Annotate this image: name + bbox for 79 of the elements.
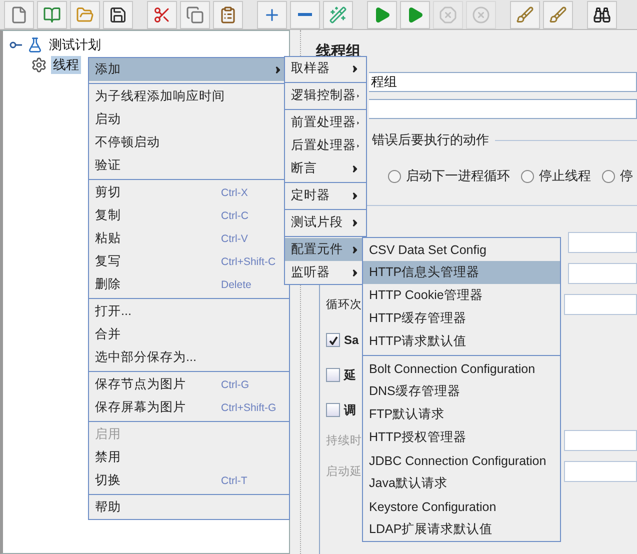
menu-item[interactable]: 帮助 [89, 496, 289, 519]
close-icon [472, 6, 490, 24]
menu-item[interactable]: 合并 [89, 323, 289, 346]
radio-option[interactable]: 停 [602, 167, 633, 185]
menu-item[interactable]: 保存屏幕为图片 Ctrl+Shift-G [89, 396, 289, 419]
menu-item[interactable]: 保存节点为图片 Ctrl-G [89, 373, 289, 396]
menu-item[interactable]: HTTP信息头管理器 [363, 261, 560, 284]
menu-item[interactable]: HTTP缓存管理器 [363, 307, 560, 330]
section-title: 错误后要执行的动作 [372, 131, 489, 149]
menu-item[interactable]: Bolt Connection Configuration [363, 357, 560, 380]
tree-toggle-icon[interactable] [9, 40, 23, 50]
clipboard-icon [219, 6, 237, 24]
input-field[interactable] [564, 430, 637, 451]
submenu-arrow-icon [273, 64, 283, 74]
menu-item[interactable]: 测试片段 [285, 211, 366, 234]
comment-field[interactable] [369, 99, 637, 119]
play-icon [373, 6, 391, 24]
toolbar-button[interactable] [587, 0, 617, 28]
copy-icon [186, 6, 204, 24]
field-label: 启动延 [326, 464, 361, 479]
menu-item[interactable]: FTP默认请求 [363, 403, 560, 426]
input-field[interactable] [568, 263, 637, 284]
broom-icon [549, 6, 567, 24]
name-field[interactable]: 程组 [369, 72, 637, 92]
menu-item[interactable]: 切换 Ctrl-T [89, 469, 289, 492]
menu-item[interactable]: CSV Data Set Config [363, 238, 560, 261]
checkbox[interactable] [326, 403, 340, 417]
folder-icon [76, 6, 94, 24]
broom-icon [516, 6, 534, 24]
submenu-arrow-icon [350, 164, 360, 174]
menu-item[interactable]: 监听器 [285, 261, 366, 284]
menu-item[interactable]: 选中部分保存为... [89, 346, 289, 369]
checkmark-icon [328, 336, 338, 344]
checkbox-label: 调 [344, 402, 356, 418]
scissors-icon [153, 6, 171, 24]
submenu-arrow-icon [350, 190, 360, 200]
menu-item[interactable]: Java默认请求 [363, 472, 560, 495]
input-field[interactable] [564, 461, 637, 482]
radio-option[interactable]: 启动下一进程循环 [388, 167, 510, 185]
field-label: 循环次 [326, 298, 361, 312]
menu-item[interactable]: Keystore Configuration [363, 495, 560, 518]
toolbar-button[interactable] [103, 0, 133, 28]
tree-item[interactable]: 线程 [51, 56, 81, 74]
binoculars-icon [593, 6, 611, 24]
menu-item[interactable]: 逻辑控制器 [285, 84, 366, 107]
checkbox-label: 延 [344, 366, 356, 384]
gear-icon [31, 57, 47, 73]
field-label: 持续时 [326, 434, 361, 448]
stop-icon [439, 6, 457, 24]
file-icon [10, 6, 28, 24]
menu-item[interactable]: HTTP授权管理器 [363, 426, 560, 449]
menu-item[interactable]: JDBC Connection Configuration [363, 449, 560, 472]
menu-item[interactable]: 禁用 [89, 446, 289, 469]
submenu-arrow-icon [350, 268, 360, 278]
input-field[interactable] [564, 294, 637, 315]
menu-item[interactable]: 定时器 [285, 184, 366, 207]
book-icon [43, 6, 61, 24]
submenu-arrow-icon [350, 64, 360, 74]
submenu-arrow-icon [350, 244, 360, 254]
checkbox[interactable] [326, 333, 340, 347]
menu-item[interactable]: 前置处理器 [285, 111, 366, 134]
menu-item[interactable]: HTTP请求默认值 [363, 330, 560, 353]
minus-icon [298, 13, 312, 16]
flask-icon [27, 37, 43, 53]
menu-item[interactable]: LDAP扩展请求默认值 [363, 518, 560, 541]
menu-item[interactable]: 打开... [89, 300, 289, 323]
play-icon [406, 6, 424, 24]
input-field[interactable] [568, 232, 637, 253]
tree-item[interactable]: 测试计划 [47, 36, 103, 54]
menu-item[interactable]: HTTP Cookie管理器 [363, 284, 560, 307]
radio-option[interactable]: 停止线程 [521, 167, 591, 185]
menu-item[interactable]: 后置处理器 [285, 134, 366, 157]
submenu-arrow-icon [350, 218, 360, 228]
menu-item[interactable]: DNS缓存管理器 [363, 380, 560, 403]
wand-icon [329, 6, 347, 24]
save-icon [109, 6, 127, 24]
menu-item[interactable]: 断言 [285, 157, 366, 180]
checkbox-label: Sa [344, 333, 359, 347]
checkbox[interactable] [326, 368, 340, 382]
